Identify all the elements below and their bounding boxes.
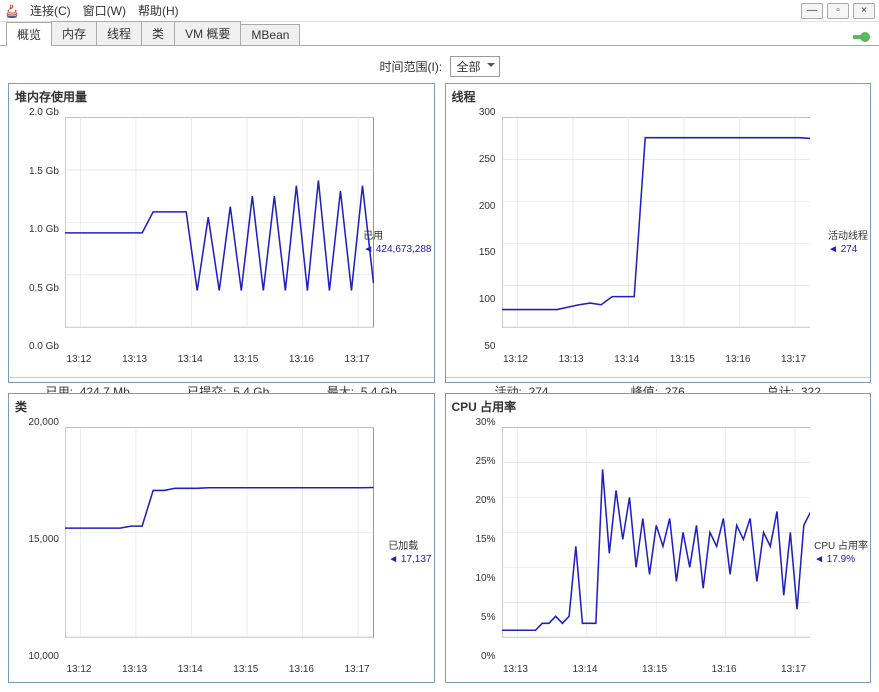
y-tick-label: 20,000 (9, 417, 59, 428)
panel-threads: 线程 活动线程 ◄ 274 50 100 150 200 250 300 13:12 13:1… (445, 83, 872, 383)
x-tick-label: 13:16 (712, 664, 737, 675)
menu-connect[interactable]: 连接(C) (24, 2, 77, 19)
titlebar: 连接(C) 窗口(W) 帮助(H) — ▫ × (0, 0, 879, 22)
y-tick-label: 2.0 Gb (9, 107, 59, 118)
panel-heap: 堆内存使用量 已用 ◄ 424,673,288 0.0 Gb 0.5 Gb 1.0 … (8, 83, 435, 383)
cpu-chart (502, 423, 811, 657)
y-tick-label: 0% (446, 651, 496, 662)
x-tick-label: 13:16 (725, 354, 750, 365)
y-tick-label: 200 (446, 201, 496, 212)
tab-vm[interactable]: VM 概要 (174, 21, 241, 45)
window-controls: — ▫ × (801, 3, 875, 19)
x-tick-label: 13:14 (614, 354, 639, 365)
y-tick-label: 1.0 Gb (9, 224, 59, 235)
tab-threads[interactable]: 线程 (96, 21, 142, 45)
panel-threads-title: 线程 (446, 84, 871, 109)
x-tick-label: 13:17 (781, 664, 806, 675)
y-tick-label: 10,000 (9, 651, 59, 662)
tab-mbean[interactable]: MBean (240, 24, 300, 45)
x-tick-label: 13:15 (670, 354, 695, 365)
x-tick-label: 13:17 (345, 664, 370, 675)
close-button[interactable]: × (853, 3, 875, 19)
tab-classes[interactable]: 类 (141, 21, 175, 45)
panel-cpu: CPU 占用率 CPU 占用率 ◄ 17.9% 0% 5% 10% 15% 20% 25%… (445, 393, 872, 683)
x-tick-label: 13:13 (559, 354, 584, 365)
menu-help[interactable]: 帮助(H) (132, 2, 185, 19)
y-tick-label: 30% (446, 417, 496, 428)
x-tick-label: 13:15 (233, 664, 258, 675)
y-tick-label: 15% (446, 534, 496, 545)
y-tick-label: 300 (446, 107, 496, 118)
panel-classes: 类 已加载 ◄ 17,137 10,000 15,000 20,000 13:12 13… (8, 393, 435, 683)
heap-legend: 已用 ◄ 424,673,288 (363, 230, 431, 256)
y-tick-label: 100 (446, 294, 496, 305)
y-tick-label: 150 (446, 247, 496, 258)
java-icon (4, 3, 20, 19)
x-tick-label: 13:13 (122, 664, 147, 675)
minimize-button[interactable]: — (801, 3, 823, 19)
cpu-legend: CPU 占用率 ◄ 17.9% (814, 540, 868, 566)
time-range-row: 时间范围(I): 全部 (0, 46, 879, 83)
connection-status-icon (851, 29, 871, 45)
x-tick-label: 13:17 (345, 354, 370, 365)
charts-grid: 堆内存使用量 已用 ◄ 424,673,288 0.0 Gb 0.5 Gb 1.0 … (0, 83, 879, 683)
panel-cpu-title: CPU 占用率 (446, 394, 871, 419)
x-tick-label: 13:15 (233, 354, 258, 365)
tab-overview[interactable]: 概览 (6, 22, 52, 46)
y-tick-label: 0.0 Gb (9, 341, 59, 352)
x-tick-label: 13:16 (289, 664, 314, 675)
y-tick-label: 1.5 Gb (9, 166, 59, 177)
classes-legend: 已加载 ◄ 17,137 (388, 540, 431, 566)
y-tick-label: 15,000 (9, 534, 59, 545)
y-tick-label: 250 (446, 154, 496, 165)
y-tick-label: 5% (446, 612, 496, 623)
x-tick-label: 13:14 (572, 664, 597, 675)
x-tick-label: 13:13 (503, 664, 528, 675)
x-tick-label: 13:14 (178, 664, 203, 675)
time-range-select[interactable]: 全部 (450, 56, 500, 77)
tab-memory[interactable]: 内存 (51, 21, 97, 45)
x-tick-label: 13:14 (178, 354, 203, 365)
maximize-button[interactable]: ▫ (827, 3, 849, 19)
y-tick-label: 10% (446, 573, 496, 584)
x-tick-label: 13:15 (642, 664, 667, 675)
y-tick-label: 25% (446, 456, 496, 467)
x-tick-label: 13:12 (503, 354, 528, 365)
y-tick-label: 20% (446, 495, 496, 506)
panel-heap-title: 堆内存使用量 (9, 84, 434, 109)
tabbar: 概览 内存 线程 类 VM 概要 MBean (0, 22, 879, 46)
time-range-label: 时间范围(I): (379, 60, 442, 74)
threads-chart (502, 113, 811, 347)
x-tick-label: 13:12 (66, 664, 91, 675)
y-tick-label: 50 (446, 341, 496, 352)
x-tick-label: 13:13 (122, 354, 147, 365)
menu-window[interactable]: 窗口(W) (77, 2, 132, 19)
x-tick-label: 13:16 (289, 354, 314, 365)
heap-chart (65, 113, 374, 347)
x-tick-label: 13:12 (66, 354, 91, 365)
x-tick-label: 13:17 (781, 354, 806, 365)
panel-classes-title: 类 (9, 394, 434, 419)
threads-legend: 活动线程 ◄ 274 (828, 230, 868, 256)
classes-chart (65, 423, 374, 657)
y-tick-label: 0.5 Gb (9, 283, 59, 294)
